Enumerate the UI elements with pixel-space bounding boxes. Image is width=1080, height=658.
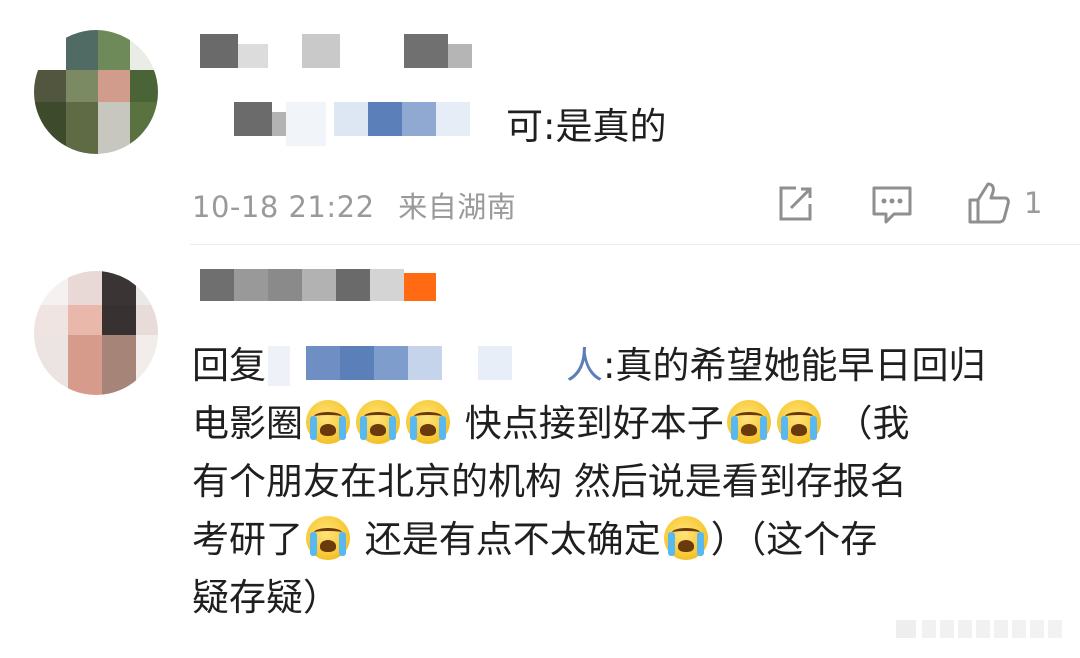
crying-emoji-icon <box>726 400 771 444</box>
comment-line: 快点接到好本子 <box>464 402 724 445</box>
comment-text-content: 可:是真的 <box>506 105 667 148</box>
crying-emoji-icon <box>663 516 708 560</box>
like-count: 1 <box>1024 186 1043 220</box>
repost-icon[interactable] <box>776 184 816 224</box>
comment-line: ）（这个存 <box>710 518 878 561</box>
crying-emoji-icon <box>306 516 350 560</box>
like-icon[interactable] <box>966 180 1012 226</box>
comment-time: 10-18 21:22 <box>192 190 375 224</box>
comment-location: 来自湖南 <box>398 190 517 224</box>
comment-meta: 10-18 21:22 来自湖南 <box>192 184 516 226</box>
vip-badge <box>404 273 436 301</box>
crying-emoji-icon <box>306 400 350 444</box>
avatar[interactable] <box>34 271 158 395</box>
watermark <box>896 616 1066 640</box>
comment-item: 回复 人:真的希望她能早日回归 电影圈 快点接到好本子 （我 有个朋友在北京的机… <box>0 245 1080 658</box>
crying-emoji-icon <box>406 400 450 444</box>
mentioned-user-blurred[interactable] <box>266 344 566 386</box>
comment-line: :真的希望她能早日回归 <box>603 344 986 387</box>
comment-line: （我 <box>835 402 910 445</box>
reply-prefix: 回复 <box>192 344 266 387</box>
comment-line: 有个朋友在北京的机构 然后说是看到存报名 <box>192 460 907 503</box>
reply-handle-tail: 人 <box>566 344 603 387</box>
comment-line: 还是有点不太确定 <box>364 518 661 561</box>
username-blurred[interactable] <box>200 269 480 305</box>
comment-item: 可:是真的 10-18 21:22 来自湖南 1 <box>0 0 1080 245</box>
comment-line: 电影圈 <box>192 402 303 445</box>
username-blurred[interactable] <box>200 34 480 70</box>
comment-line: 考研了 <box>192 518 303 561</box>
comment-line: 疑存疑） <box>192 576 340 619</box>
avatar[interactable] <box>34 30 158 154</box>
comment-icon[interactable] <box>870 184 914 226</box>
crying-emoji-icon <box>776 400 821 444</box>
crying-emoji-icon <box>356 400 400 444</box>
